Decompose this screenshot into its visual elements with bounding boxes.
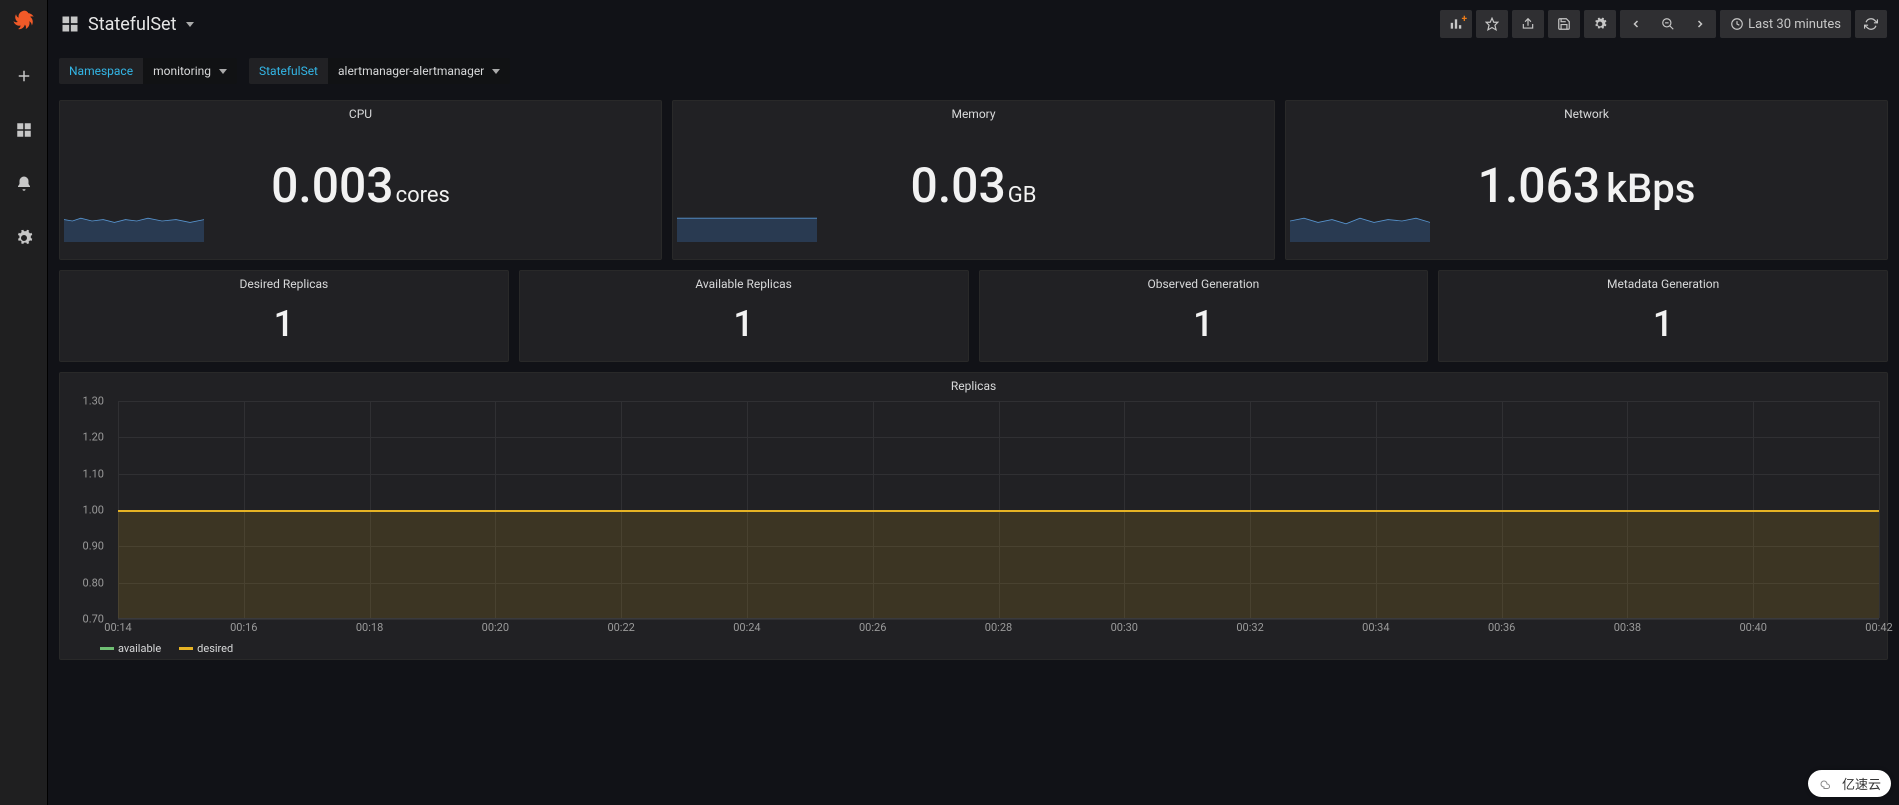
panel-title: Network (1286, 101, 1887, 125)
dashboards-icon[interactable] (0, 112, 48, 148)
gear-icon (1593, 17, 1607, 31)
panel-title: Observed Generation (980, 271, 1428, 295)
variable-value-statefulset[interactable]: alertmanager-alertmanager (328, 58, 510, 84)
stat-value: 1 (520, 303, 968, 345)
refresh-icon (1864, 17, 1878, 31)
zoom-out-icon (1661, 17, 1675, 31)
dashboards-icon (60, 14, 80, 34)
alerting-icon[interactable] (0, 166, 48, 202)
time-range-picker[interactable]: Last 30 minutes (1720, 10, 1851, 38)
refresh-button[interactable] (1855, 10, 1887, 38)
panel-title: Desired Replicas (60, 271, 508, 295)
panel-title: Replicas (60, 373, 1887, 397)
panel-desired-replicas[interactable]: Desired Replicas 1 (59, 270, 509, 362)
stat-value-cpu: 0.003 cores (271, 157, 450, 214)
watermark: 亿速云 (1808, 770, 1891, 797)
share-icon (1521, 17, 1535, 31)
panel-title: Available Replicas (520, 271, 968, 295)
stat-value: 1 (1439, 303, 1887, 345)
settings-icon[interactable] (0, 220, 48, 256)
star-icon (1485, 17, 1499, 31)
sparkline (1290, 200, 1430, 242)
panel-replicas-graph[interactable]: Replicas 1.301.201.101.000.900.800.70 00… (59, 372, 1888, 660)
legend-item-available[interactable]: available (100, 642, 161, 655)
panel-title: Memory (673, 101, 1274, 125)
settings-button[interactable] (1584, 10, 1616, 38)
panel-title: Metadata Generation (1439, 271, 1887, 295)
legend: available desired (60, 638, 1887, 659)
clock-icon (1730, 17, 1744, 31)
panel-available-replicas[interactable]: Available Replicas 1 (519, 270, 969, 362)
variable-label: Namespace (59, 58, 143, 84)
sparkline (677, 200, 817, 242)
time-forward-button[interactable] (1684, 10, 1716, 38)
y-axis: 1.301.201.101.000.900.800.70 (66, 401, 118, 619)
dashboard-title: StatefulSet (88, 14, 176, 35)
create-icon[interactable] (0, 58, 48, 94)
chevron-down-icon (492, 69, 500, 74)
time-back-button[interactable] (1620, 10, 1652, 38)
chevron-down-icon (219, 69, 227, 74)
variable-namespace: Namespace monitoring (59, 58, 237, 84)
topbar: StatefulSet + (48, 0, 1899, 48)
plot-area (118, 401, 1879, 619)
sidebar (0, 0, 48, 805)
panel-metadata-generation[interactable]: Metadata Generation 1 (1438, 270, 1888, 362)
add-panel-button[interactable]: + (1440, 10, 1472, 38)
legend-swatch (179, 647, 193, 650)
variable-label: StatefulSet (249, 58, 328, 84)
cloud-icon (1818, 777, 1838, 791)
grafana-logo[interactable] (10, 8, 38, 40)
stat-value: 1 (60, 303, 508, 345)
chevron-down-icon (186, 22, 194, 27)
save-icon (1557, 17, 1571, 31)
dashboard-grid: CPU 0.003 cores Memory 0.03 GB (48, 100, 1899, 805)
share-button[interactable] (1512, 10, 1544, 38)
sparkline (64, 200, 204, 242)
template-variables: Namespace monitoring StatefulSet alertma… (59, 58, 510, 84)
panel-memory[interactable]: Memory 0.03 GB (672, 100, 1275, 260)
x-axis: 00:1400:1600:1800:2000:2200:2400:2600:28… (118, 621, 1879, 637)
save-button[interactable] (1548, 10, 1580, 38)
plus-badge-icon: + (1462, 14, 1467, 25)
zoom-out-button[interactable] (1652, 10, 1684, 38)
stat-value-network: 1.063 kBps (1478, 157, 1696, 214)
variable-statefulset: StatefulSet alertmanager-alertmanager (249, 58, 510, 84)
legend-item-desired[interactable]: desired (179, 642, 233, 655)
panel-title: CPU (60, 101, 661, 125)
chevron-left-icon (1630, 18, 1642, 30)
chevron-right-icon (1694, 18, 1706, 30)
panel-cpu[interactable]: CPU 0.003 cores (59, 100, 662, 260)
dashboard-picker[interactable]: StatefulSet (60, 14, 194, 35)
legend-swatch (100, 647, 114, 650)
time-range-label: Last 30 minutes (1748, 17, 1841, 32)
panel-network[interactable]: Network 1.063 kBps (1285, 100, 1888, 260)
panel-observed-generation[interactable]: Observed Generation 1 (979, 270, 1429, 362)
variable-value-namespace[interactable]: monitoring (143, 58, 237, 84)
star-button[interactable] (1476, 10, 1508, 38)
graph-area: 1.301.201.101.000.900.800.70 00:1400:160… (60, 397, 1887, 638)
stat-value: 1 (980, 303, 1428, 345)
stat-value-memory: 0.03 GB (911, 157, 1037, 214)
